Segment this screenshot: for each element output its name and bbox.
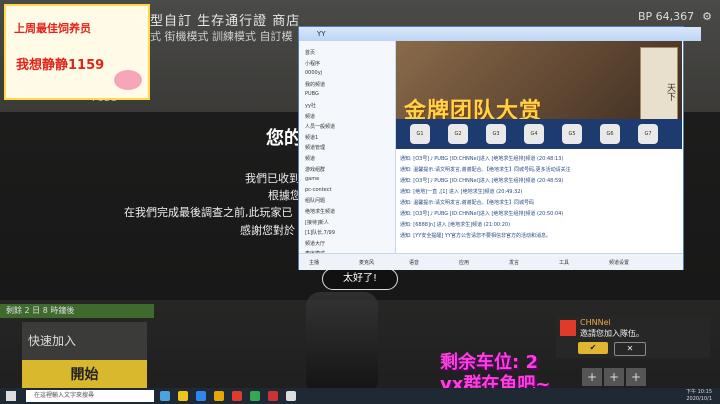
store-icon[interactable] xyxy=(196,391,206,401)
channel-item[interactable]: PUBG xyxy=(305,91,319,97)
task-view-icon[interactable] xyxy=(160,391,170,401)
windows-start-icon[interactable] xyxy=(6,391,16,401)
game-icon[interactable]: G5 xyxy=(562,124,582,144)
windows-taskbar: 在這裡輸入文字來搜尋 下午 10:15 2020/10/1 xyxy=(0,388,720,404)
channel-item[interactable]: 0000yj xyxy=(305,70,322,76)
invite-message: 邀請您加入隊伍。 xyxy=(580,329,644,338)
modal-title: 您的 xyxy=(266,128,302,149)
channel-item[interactable]: 绝地求生频道 xyxy=(305,208,335,215)
yy-toolbar-item[interactable]: 发言 xyxy=(509,259,519,266)
add-slot-button[interactable]: + xyxy=(582,368,602,386)
start-button[interactable]: 開始 xyxy=(22,360,147,390)
clock: 下午 10:15 2020/10/1 xyxy=(686,389,712,403)
promo-line2: 我想静静1159 xyxy=(16,58,105,73)
channel-item[interactable]: yy社 xyxy=(305,102,316,109)
chat-line: 通知: [6888]n] 进入 [绝地求生]频道 (21:00:20) xyxy=(400,222,511,228)
game-icon-row[interactable]: G1 G2 G3 G4 G5 G6 G7 xyxy=(396,119,682,149)
channel-item[interactable]: 组队问题 xyxy=(305,197,325,204)
accept-button[interactable]: ✔ xyxy=(578,342,608,354)
top-right-status: BP 64,367 ⚙ xyxy=(638,10,712,23)
yy-toolbar-item[interactable]: 工具 xyxy=(559,259,569,266)
pig-icon xyxy=(114,70,142,90)
promo-line1: 上周最佳饲养员 xyxy=(14,22,91,35)
channel-item[interactable]: pc-contect xyxy=(305,187,331,193)
channel-item[interactable]: 频道 xyxy=(305,113,315,120)
player-character xyxy=(306,292,378,388)
app-icon[interactable] xyxy=(268,391,278,401)
modal-ok-button[interactable]: 太好了! xyxy=(322,268,398,290)
chat-line: 通知: [O3号]丿PUBG [ID:CHNNel]进入 [绝地求生组排]频道 … xyxy=(400,156,564,162)
chat-line: 通知: [O3号]丿PUBG [ID:CHNNel]进入 [绝地求生组排]频道 … xyxy=(400,211,564,217)
game-icon[interactable]: G4 xyxy=(524,124,544,144)
add-slot-button[interactable]: + xyxy=(604,368,624,386)
mode-label: 快速加入 xyxy=(28,334,77,348)
yy-toolbar-item[interactable]: 主播 xyxy=(309,259,319,266)
chrome-icon[interactable] xyxy=(250,391,260,401)
taskbar-search[interactable]: 在這裡輸入文字來搜尋 xyxy=(26,390,154,402)
yy-titlebar[interactable]: YY xyxy=(299,27,701,41)
yy-title: YY xyxy=(317,30,326,38)
settings-icon[interactable]: ⚙ xyxy=(702,10,712,23)
yy-toolbar-item[interactable]: 语音 xyxy=(409,259,419,266)
yy-window[interactable]: YY 首页 小程序 0000yj 我的频道 PUBG yy社 频道 人员一般频道 频道1 频道管理… xyxy=(298,26,701,270)
channel-item[interactable]: 频道 xyxy=(305,155,315,162)
inviter-name: CHNNel xyxy=(580,318,611,327)
yy-toolbar-item[interactable]: 麦克风 xyxy=(359,259,374,266)
clock-date: 2020/10/1 xyxy=(686,396,712,402)
yy-channel-list[interactable]: 首页 小程序 0000yj 我的频道 PUBG yy社 频道 人员一般频道 频道1 频道管理 频道游… xyxy=(299,41,396,269)
channel-item[interactable]: 我的频道 xyxy=(305,81,325,88)
clock-time: 下午 10:15 xyxy=(686,389,712,395)
channel-item[interactable]: 频道管理 xyxy=(305,144,325,151)
chat-line: 通知: [绝地]一直 ,[1] 进入 [绝地求生]频道 (20:49:32) xyxy=(400,189,523,195)
invite-popup: CHNNel 邀請您加入隊伍。 ✔ ✕ xyxy=(556,316,710,358)
channel-item[interactable]: game xyxy=(305,176,319,182)
yy-toolbar-item[interactable]: 频道设置 xyxy=(609,259,629,266)
decline-button[interactable]: ✕ xyxy=(614,342,646,356)
bp-counter: BP 64,367 xyxy=(637,10,695,23)
avatar xyxy=(560,320,576,336)
team-slots: + + + xyxy=(582,368,666,386)
explorer-icon[interactable] xyxy=(178,391,188,401)
game-top-nav[interactable]: 型自訂 生存通行證 商店 xyxy=(150,10,300,29)
channel-item[interactable]: [1]队长,7/99 xyxy=(305,229,335,236)
channel-item[interactable]: 小程序 xyxy=(305,60,320,67)
channel-item[interactable]: 频道大厅 xyxy=(305,240,325,247)
modal-line: 在我們完成最後調查之前,此玩家已 xyxy=(124,206,293,219)
channel-item[interactable]: 人员一般频道 xyxy=(305,123,335,130)
game-icon[interactable]: G6 xyxy=(600,124,620,144)
yy-toolbar-item[interactable]: 应用 xyxy=(459,259,469,266)
add-slot-button[interactable]: + xyxy=(626,368,646,386)
match-card[interactable]: 快速加入 開始 xyxy=(22,322,147,390)
app-icon[interactable] xyxy=(232,391,242,401)
promo-card: 上周最佳饲养员 我想静静1159 xyxy=(4,4,150,100)
channel-item[interactable]: 频道1 xyxy=(305,134,318,141)
chat-log: 通知: [O3号]丿PUBG [ID:CHNNel]进入 [绝地求生组排]频道 … xyxy=(396,149,676,249)
modal-line: 根據您 xyxy=(268,189,301,202)
channel-item[interactable]: [接待]新人 xyxy=(305,219,329,226)
game-icon[interactable]: G1 xyxy=(410,124,430,144)
game-sub-nav[interactable]: 式 街機模式 訓練模式 自訂模 xyxy=(150,28,293,44)
pubg-taskbar-icon[interactable] xyxy=(214,391,224,401)
modal-line: 感謝您對於 xyxy=(240,224,295,237)
game-icon[interactable]: G3 xyxy=(486,124,506,144)
chat-line: 通知: 温馨提示:请文明发言,谢谢配合。【绝地求生】同城号码 xyxy=(400,200,535,206)
event-banner: 剩餘 2 日 8 時鐘後 xyxy=(0,304,154,318)
game-icon[interactable]: G2 xyxy=(448,124,468,144)
chat-line: 通知: [YY安全提醒] YY官方公告请您不要相信非官方的活动和消息。 xyxy=(400,233,551,239)
app-icon[interactable] xyxy=(286,391,296,401)
chat-line: 通知: 温馨提示:请文明发言,谢谢配合。【绝地求生】同城号码,更多活动请关注 xyxy=(400,167,571,173)
modal-line: 我們已收到 xyxy=(245,172,300,185)
chat-line: 通知: [O3号]丿PUBG [ID:CHNNel]进入 [绝地求生组排]频道 … xyxy=(400,178,564,184)
game-icon[interactable]: G7 xyxy=(638,124,658,144)
channel-item[interactable]: 游戏组群 xyxy=(305,166,325,173)
channel-item[interactable]: 首页 xyxy=(305,49,315,56)
yy-bottom-bar[interactable]: 主播 麦克风 语音 应用 发言 工具 频道设置 xyxy=(299,253,683,270)
